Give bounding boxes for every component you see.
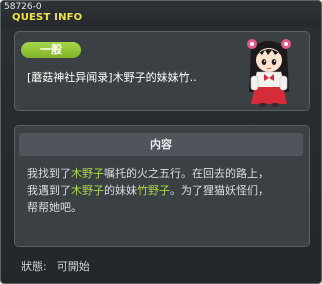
status-value: 可開始 <box>56 260 90 273</box>
desc-text: 我遇到了 <box>27 184 71 197</box>
quest-category-tag: 一般 <box>21 42 81 58</box>
window-id: 58726-0 <box>4 2 42 12</box>
desc-text: 的妹妹 <box>104 184 137 197</box>
npc-name-highlight: 木野子 <box>71 167 104 180</box>
quest-description: 我找到了木野子嘱托的火之五行。在回去的路上， 我遇到了木野子的妹妹竹野子。为了狸… <box>27 165 303 216</box>
desc-line-1: 我找到了木野子嘱托的火之五行。在回去的路上， <box>27 165 303 182</box>
desc-text: 嘱托的火之五行。在回去的路上， <box>104 167 269 180</box>
quest-status: 狀態: 可開始 <box>21 258 90 274</box>
desc-text: 帮帮她吧。 <box>27 201 82 214</box>
window-title: QUEST INFO <box>12 12 83 23</box>
status-label: 狀態: <box>21 260 47 273</box>
npc-name-highlight: 木野子 <box>71 184 104 197</box>
content-section-header: 内容 <box>19 133 303 156</box>
desc-line-3: 帮帮她吧。 <box>27 199 303 216</box>
quest-info-window: 58726-0 QUEST INFO 一般 [蘑菇神社异闻录]木野子的妹妹竹.. <box>0 0 322 284</box>
desc-text: 我找到了 <box>27 167 71 180</box>
desc-line-2: 我遇到了木野子的妹妹竹野子。为了狸猫妖怪们， <box>27 182 303 199</box>
npc-name-highlight: 竹野子 <box>137 184 170 197</box>
desc-text: 。为了狸猫妖怪们， <box>170 184 269 197</box>
title-bar[interactable]: 58726-0 QUEST INFO <box>1 1 321 27</box>
npc-portrait <box>247 39 291 107</box>
quest-name: [蘑菇神社异闻录]木野子的妹妹竹.. <box>27 71 197 84</box>
